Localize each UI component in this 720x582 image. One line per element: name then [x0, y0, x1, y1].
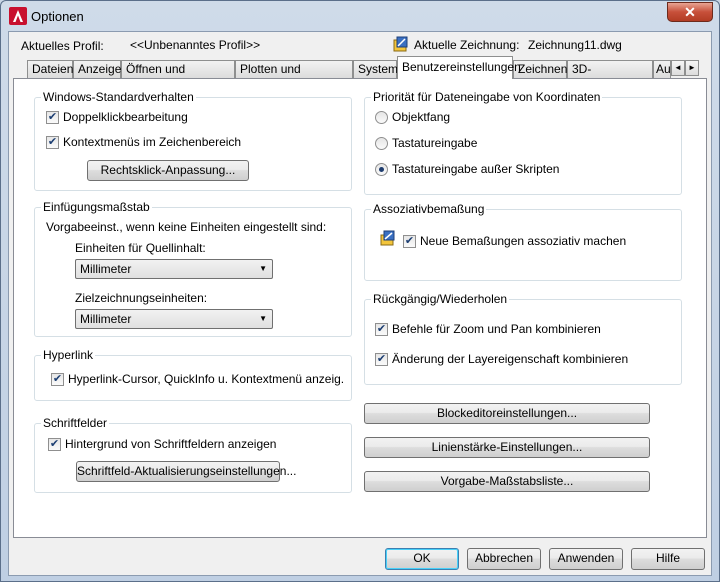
- insert-hint: Vorgabeeinst., wenn keine Einheiten eing…: [46, 220, 327, 234]
- lineweight-settings-button[interactable]: Linienstärke-Einstellungen...: [364, 437, 650, 458]
- objektfang-radio[interactable]: [375, 111, 388, 124]
- group-title: Schriftfelder: [41, 416, 110, 430]
- associative-dimension-label: Neue Bemaßungen assoziativ machen: [420, 234, 627, 248]
- combine-zoom-pan-label: Befehle für Zoom und Pan kombinieren: [392, 322, 601, 336]
- drawing-value: Zeichnung11.dwg: [528, 38, 622, 52]
- tastatureingabe-except-scripts-label: Tastatureingabe außer Skripten: [392, 162, 560, 176]
- tab-plotten[interactable]: Plotten und Publizieren: [235, 60, 353, 93]
- drawing-icon: [393, 36, 408, 52]
- window-title: Optionen: [31, 9, 84, 24]
- undo-redo-group: Rückgängig/Wiederholen ✔ Befehle für Zoo…: [364, 292, 682, 385]
- tastatureingabe-radio[interactable]: [375, 137, 388, 150]
- field-background-checkbox[interactable]: ✔: [48, 438, 61, 451]
- options-dialog: Optionen ✕ Aktuelles Profil: <<Unbenannt…: [0, 0, 720, 582]
- objektfang-label: Objektfang: [392, 110, 451, 124]
- source-units-value: Millimeter: [80, 262, 132, 276]
- combine-layer-change-label: Änderung der Layereigenschaft kombiniere…: [392, 352, 629, 366]
- source-units-select[interactable]: Millimeter ▼: [75, 259, 273, 279]
- target-units-label: Zielzeichnungseinheiten:: [75, 291, 208, 305]
- autocad-logo-icon: [9, 7, 27, 25]
- chevron-down-icon: ▼: [259, 314, 267, 323]
- tastatureingabe-except-scripts-radio[interactable]: [375, 163, 388, 176]
- radio-selected-dot: [379, 167, 384, 172]
- rightclick-customize-button[interactable]: Rechtsklick-Anpassung...: [87, 160, 249, 181]
- source-units-label: Einheiten für Quellinhalt:: [75, 241, 206, 255]
- tastatureingabe-label: Tastatureingabe: [392, 136, 478, 150]
- cancel-button[interactable]: Abbrechen: [467, 548, 541, 570]
- hyperlink-group: Hyperlink ✔ Hyperlink-Cursor, QuickInfo …: [34, 348, 352, 401]
- drawing-label: Aktuelle Zeichnung:: [414, 38, 520, 52]
- associative-dimension-group: Assoziativbemaßung ✔ Neue Bemaßungen ass…: [364, 202, 682, 281]
- tab-auswahl-partial[interactable]: Au: [653, 60, 671, 78]
- group-title: Priorität für Dateneingabe von Koordinat…: [371, 90, 603, 104]
- insert-scale-group: Einfügungsmaßstab Vorgabeeinst., wenn ke…: [34, 200, 352, 337]
- default-scale-list-button[interactable]: Vorgabe-Maßstabsliste...: [364, 471, 650, 492]
- tab-scroll-left-button[interactable]: ◄: [671, 60, 685, 76]
- contextmenu-label: Kontextmenüs im Zeichenbereich: [63, 135, 242, 149]
- group-title: Einfügungsmaßstab: [41, 200, 152, 214]
- hyperlink-label: Hyperlink-Cursor, QuickInfo u. Kontextme…: [68, 372, 345, 386]
- doubleclick-checkbox[interactable]: ✔: [46, 111, 59, 124]
- close-button[interactable]: ✕: [667, 2, 713, 22]
- doubleclick-label: Doppelklickbearbeitung: [63, 110, 188, 124]
- coordinate-priority-group: Priorität für Dateneingabe von Koordinat…: [364, 90, 682, 195]
- tab-system[interactable]: System: [353, 60, 398, 78]
- combine-zoom-pan-checkbox[interactable]: ✔: [375, 323, 388, 336]
- field-background-label: Hintergrund von Schriftfeldern anzeigen: [65, 437, 277, 451]
- group-title: Rückgängig/Wiederholen: [371, 292, 510, 306]
- field-update-settings-button[interactable]: Schriftfeld-Aktualisierungseinstellungen…: [76, 461, 296, 482]
- chevron-down-icon: ▼: [259, 264, 267, 273]
- contextmenu-checkbox[interactable]: ✔: [46, 136, 59, 149]
- group-title: Hyperlink: [41, 348, 96, 362]
- fields-group: Schriftfelder ✔ Hintergrund von Schriftf…: [34, 416, 352, 493]
- windows-behavior-group: Windows-Standardverhalten ✔ Doppelklickb…: [34, 90, 352, 191]
- hyperlink-checkbox[interactable]: ✔: [51, 373, 64, 386]
- dialog-body: Aktuelles Profil: <<Unbenanntes Profil>>…: [8, 31, 712, 576]
- tab-scroll-right-button[interactable]: ►: [685, 60, 699, 76]
- target-units-value: Millimeter: [80, 312, 132, 326]
- profile-value: <<Unbenanntes Profil>>: [130, 38, 261, 52]
- associative-dimension-icon: [380, 230, 395, 246]
- tab-zeichnen[interactable]: Zeichnen: [513, 60, 567, 78]
- help-button[interactable]: Hilfe: [631, 548, 705, 570]
- tab-benutzereinstellungen[interactable]: Benutzereinstellungen: [397, 56, 521, 79]
- profile-label: Aktuelles Profil:: [21, 39, 104, 53]
- tab-anzeige[interactable]: Anzeige: [73, 60, 121, 78]
- group-title: Windows-Standardverhalten: [41, 90, 196, 104]
- tab-panel: Windows-Standardverhalten ✔ Doppelklickb…: [13, 78, 707, 538]
- target-units-select[interactable]: Millimeter ▼: [75, 309, 273, 329]
- associative-dimension-checkbox[interactable]: ✔: [403, 235, 416, 248]
- apply-button[interactable]: Anwenden: [549, 548, 623, 570]
- block-editor-settings-button[interactable]: Blockeditoreinstellungen...: [364, 403, 650, 424]
- group-title: Assoziativbemaßung: [371, 202, 487, 216]
- ok-button[interactable]: OK: [385, 548, 459, 570]
- title-bar[interactable]: Optionen ✕: [1, 1, 719, 31]
- tab-oeffnen-speichern[interactable]: Öffnen und Speichern: [121, 60, 235, 93]
- combine-layer-change-checkbox[interactable]: ✔: [375, 353, 388, 366]
- tab-3d-modellierung[interactable]: 3D-Modellierung: [567, 60, 653, 93]
- tab-dateien[interactable]: Dateien: [27, 60, 73, 78]
